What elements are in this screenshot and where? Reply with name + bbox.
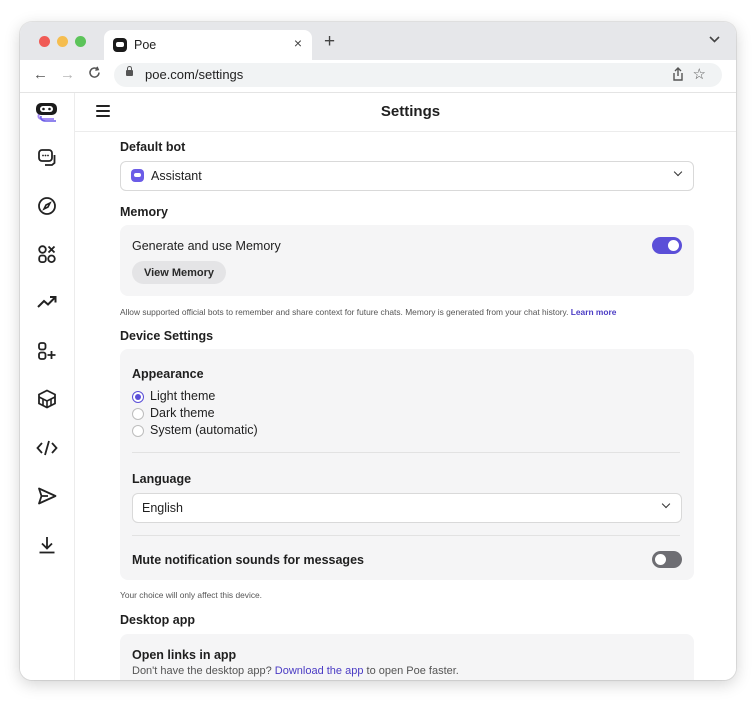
prompt-before: Don't have the desktop app? [132,665,272,677]
prompt-after: to open Poe faster. [366,665,459,677]
tab-title: Poe [134,38,157,52]
minimize-window-button[interactable] [57,36,68,47]
default-bot-select[interactable]: Assistant [120,161,694,191]
bookmark-star-icon[interactable]: ☆ [693,65,706,83]
close-window-button[interactable] [39,36,50,47]
api-cube-icon[interactable] [34,386,60,412]
theme-label-light: Light theme [150,389,216,403]
view-memory-button[interactable]: View Memory [132,261,226,284]
send-icon[interactable] [34,483,60,509]
theme-label-system: System (automatic) [150,423,258,437]
radio-dark[interactable] [132,408,144,420]
code-icon[interactable] [34,435,60,461]
memory-toggle[interactable] [652,237,682,254]
device-help-text: Your choice will only affect this device… [120,590,262,600]
language-select[interactable]: English [132,493,682,523]
memory-toggle-label: Generate and use Memory [132,239,281,253]
appearance-title: Appearance [132,367,204,381]
chevron-down-icon [673,167,683,177]
download-app-link[interactable]: Download the app [275,665,364,677]
browser-window: Poe × + ← → poe.com/settings ☆ Settings … [20,22,736,680]
language-value: English [142,501,183,515]
chevron-down-icon [661,499,671,509]
desktop-app-title: Desktop app [120,613,196,627]
create-bot-icon[interactable] [34,338,60,364]
open-links-title: Open links in app [132,648,237,662]
default-bot-title: Default bot [120,140,186,154]
poe-favicon-icon [113,38,127,52]
new-tab-button[interactable]: + [324,31,335,53]
page-title: Settings [380,103,441,120]
divider [132,452,680,453]
url-text: poe.com/settings [145,67,244,82]
reload-icon[interactable] [88,66,101,83]
divider [132,535,680,536]
default-bot-value: Assistant [151,169,202,183]
forward-arrow-icon[interactable]: → [60,66,75,83]
trending-icon[interactable] [34,289,60,315]
mute-label: Mute notification sounds for messages [132,553,364,567]
lock-icon [126,66,133,76]
chats-icon[interactable] [34,145,60,171]
memory-title: Memory [120,205,168,219]
memory-help-body: Allow supported official bots to remembe… [120,307,569,317]
radio-system[interactable] [132,425,144,437]
radio-light[interactable] [132,391,144,403]
bots-grid-icon[interactable] [34,241,60,267]
sidebar [20,93,75,680]
download-icon[interactable] [34,532,60,558]
memory-help-text: Allow supported official bots to remembe… [120,307,616,317]
share-icon[interactable] [672,67,684,84]
desktop-app-prompt: Don't have the desktop app? Download the… [132,665,459,677]
explore-compass-icon[interactable] [34,193,60,219]
address-bar[interactable]: poe.com/settings ☆ [114,63,722,87]
top-bar: Settings [75,93,736,132]
theme-label-dark: Dark theme [150,406,215,420]
mute-toggle[interactable] [652,551,682,568]
tab-strip: Poe × + [20,22,736,60]
tab-menu-chevron-icon[interactable] [709,34,720,46]
browser-toolbar: ← → poe.com/settings ☆ [20,60,736,93]
device-settings-title: Device Settings [120,329,214,343]
language-title: Language [132,472,192,486]
desktop-app-panel: Open links in app Don't have the desktop… [120,634,694,680]
back-arrow-icon[interactable]: ← [33,66,48,83]
maximize-window-button[interactable] [75,36,86,47]
tab-close-icon[interactable]: × [294,35,302,51]
memory-panel: Generate and use Memory View Memory [120,225,694,296]
learn-more-link[interactable]: Learn more [571,307,617,317]
poe-app: Settings Default bot Assistant Memory Ge… [20,93,736,680]
poe-logo-icon[interactable] [34,98,60,124]
tab-poe[interactable]: Poe × [104,30,312,60]
assistant-bot-icon [131,169,144,182]
device-settings-panel: Appearance Light theme Dark theme System… [120,349,694,580]
